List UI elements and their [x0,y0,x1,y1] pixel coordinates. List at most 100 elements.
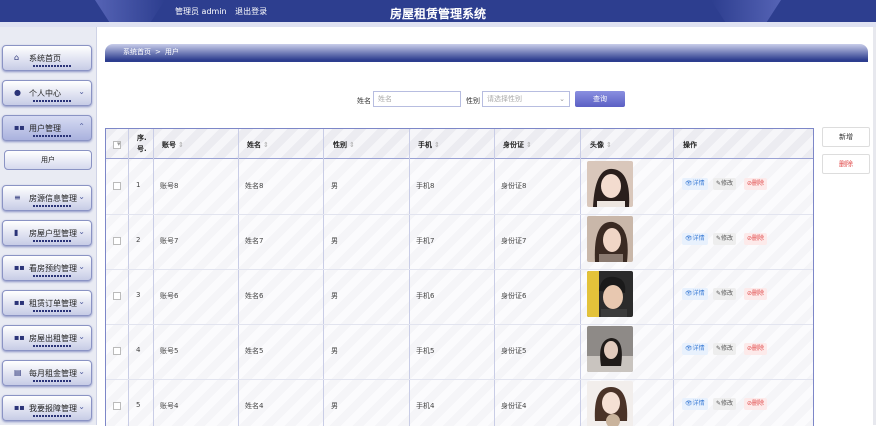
user-avatar [587,381,633,426]
row-index: 4 [136,346,141,354]
detail-button[interactable]: 👁详情 [682,398,708,410]
row-account: 账号6 [160,292,179,300]
edit-button[interactable]: ✎修改 [713,288,737,300]
sidebar-item-user-management[interactable]: ▪▪ 用户管理 ⌃ [2,115,92,141]
table-icon: ▤ [14,368,22,377]
menu-decoration [33,100,71,102]
row-id-card: 身份证4 [501,402,527,410]
header-name[interactable]: 姓名 ⇕ [247,140,269,150]
sidebar-item-viewing-appointment[interactable]: ▪▪ 看房预约管理 ⌄ [2,255,92,281]
detail-button[interactable]: 👁详情 [682,343,708,355]
detail-button[interactable]: 👁详情 [682,288,708,300]
chevron-down-icon: ⌄ [78,87,85,96]
gender-select[interactable]: 请选择性别 ⌄ [482,91,570,107]
table-row: 2 账号7 姓名7 男 手机7 身份证7 👁详情 ✎修改 ⊘删除 [106,214,813,270]
chevron-down-icon: ⌄ [78,262,85,271]
row-checkbox[interactable] [113,182,121,190]
row-name: 姓名6 [245,292,264,300]
menu-decoration [33,380,71,382]
delete-row-button[interactable]: ⊘删除 [744,233,768,245]
admin-label: 管理员 admin [175,7,227,16]
user-avatar [587,271,633,317]
sidebar-item-house-rental[interactable]: ▪▪ 房屋出租管理 ⌄ [2,325,92,351]
eye-icon: 👁 [685,180,693,187]
user-avatar [587,326,633,372]
header-index-line1: 序. [137,134,147,142]
row-account: 账号5 [160,347,179,355]
header-name-label: 姓名 [247,141,261,149]
header-account-label: 账号 [162,141,176,149]
header-id-card-label: 身份证 [503,141,524,149]
eye-icon: 👁 [685,400,693,407]
sidebar-item-listing-management[interactable]: ≡ 房源信息管理 ⌄ [2,185,92,211]
delete-row-button[interactable]: ⊘删除 [744,178,768,190]
menu-decoration [33,240,71,242]
sidebar-item-label: 系统首页 [29,54,61,63]
chart-icon: ▮ [14,228,19,237]
edit-button[interactable]: ✎修改 [713,178,737,190]
row-phone: 手机4 [416,402,435,410]
menu-decoration [33,415,71,417]
select-all-caret: ▾ [117,140,121,148]
grid-icon: ▪▪ [14,298,25,307]
edit-button[interactable]: ✎修改 [713,343,737,355]
add-button[interactable]: 新增 [822,127,870,147]
header-avatar[interactable]: 头像 ⇕ [590,140,612,150]
sort-icon: ⇕ [606,141,612,149]
query-button[interactable]: 查询 [575,91,625,107]
delete-row-button[interactable]: ⊘删除 [744,343,768,355]
sidebar-item-house-type-management[interactable]: ▮ 房屋户型管理 ⌄ [2,220,92,246]
row-checkbox[interactable] [113,402,121,410]
sidebar-item-label: 看房预约管理 [29,264,77,273]
row-checkbox[interactable] [113,292,121,300]
delete-label: 删除 [752,180,765,187]
menu-decoration [33,310,71,312]
sidebar-item-personal-center[interactable]: ● 个人中心 ⌄ [2,80,92,106]
detail-button[interactable]: 👁详情 [682,233,708,245]
grid-icon: ▪▪ [14,333,25,342]
chevron-up-icon: ⌃ [78,122,85,131]
user-avatar [587,216,633,262]
name-label: 姓名 [357,97,371,105]
sort-icon: ⇕ [349,141,355,149]
detail-label: 详情 [692,345,705,352]
row-checkbox[interactable] [113,237,121,245]
delete-label: 删除 [752,235,765,242]
detail-button[interactable]: 👁详情 [682,178,708,190]
header-gender[interactable]: 性别 ⇕ [333,140,355,150]
admin-info: 管理员 admin 退出登录 [175,6,273,17]
sidebar-item-label: 个人中心 [29,89,61,98]
header-id-card[interactable]: 身份证 ⇕ [503,140,532,150]
row-index: 1 [136,181,141,189]
sidebar-item-lease-orders[interactable]: ▪▪ 租赁订单管理 ⌄ [2,290,92,316]
sort-icon: ⇕ [526,141,532,149]
edit-label: 修改 [721,235,734,242]
header-account[interactable]: 账号 ⇕ [162,140,184,150]
edit-button[interactable]: ✎修改 [713,233,737,245]
delete-row-button[interactable]: ⊘删除 [744,288,768,300]
header-index[interactable]: 序. 号. [137,133,147,155]
row-checkbox[interactable] [113,347,121,355]
row-index: 2 [136,236,141,244]
name-input[interactable]: 姓名 [373,91,461,107]
row-phone: 手机7 [416,237,435,245]
edit-label: 修改 [721,180,734,187]
row-account: 账号8 [160,182,179,190]
table-row: 4 账号5 姓名5 男 手机5 身份证5 👁详情 ✎修改 ⊘删除 [106,324,813,380]
delete-button[interactable]: 删除 [822,154,870,174]
breadcrumb-home[interactable]: 系统首页 [123,48,151,56]
sidebar-item-monthly-rent[interactable]: ▤ 每月租金管理 ⌄ [2,360,92,386]
chevron-down-icon: ⌄ [78,297,85,306]
gender-label: 性别 [466,97,480,105]
delete-row-button[interactable]: ⊘删除 [744,398,768,410]
row-gender: 男 [331,347,338,355]
sidebar-item-repair-report[interactable]: ▪▪ 我要报障管理 ⌄ [2,395,92,421]
logout-link[interactable]: 退出登录 [235,7,267,16]
sidebar-subitem-users[interactable]: 用户 [4,150,92,170]
header-phone[interactable]: 手机 ⇕ [418,140,440,150]
sidebar-item-home[interactable]: ⌂ 系统首页 [2,45,92,71]
header-gender-label: 性别 [333,141,347,149]
row-account: 账号4 [160,402,179,410]
edit-label: 修改 [721,290,734,297]
edit-button[interactable]: ✎修改 [713,398,737,410]
